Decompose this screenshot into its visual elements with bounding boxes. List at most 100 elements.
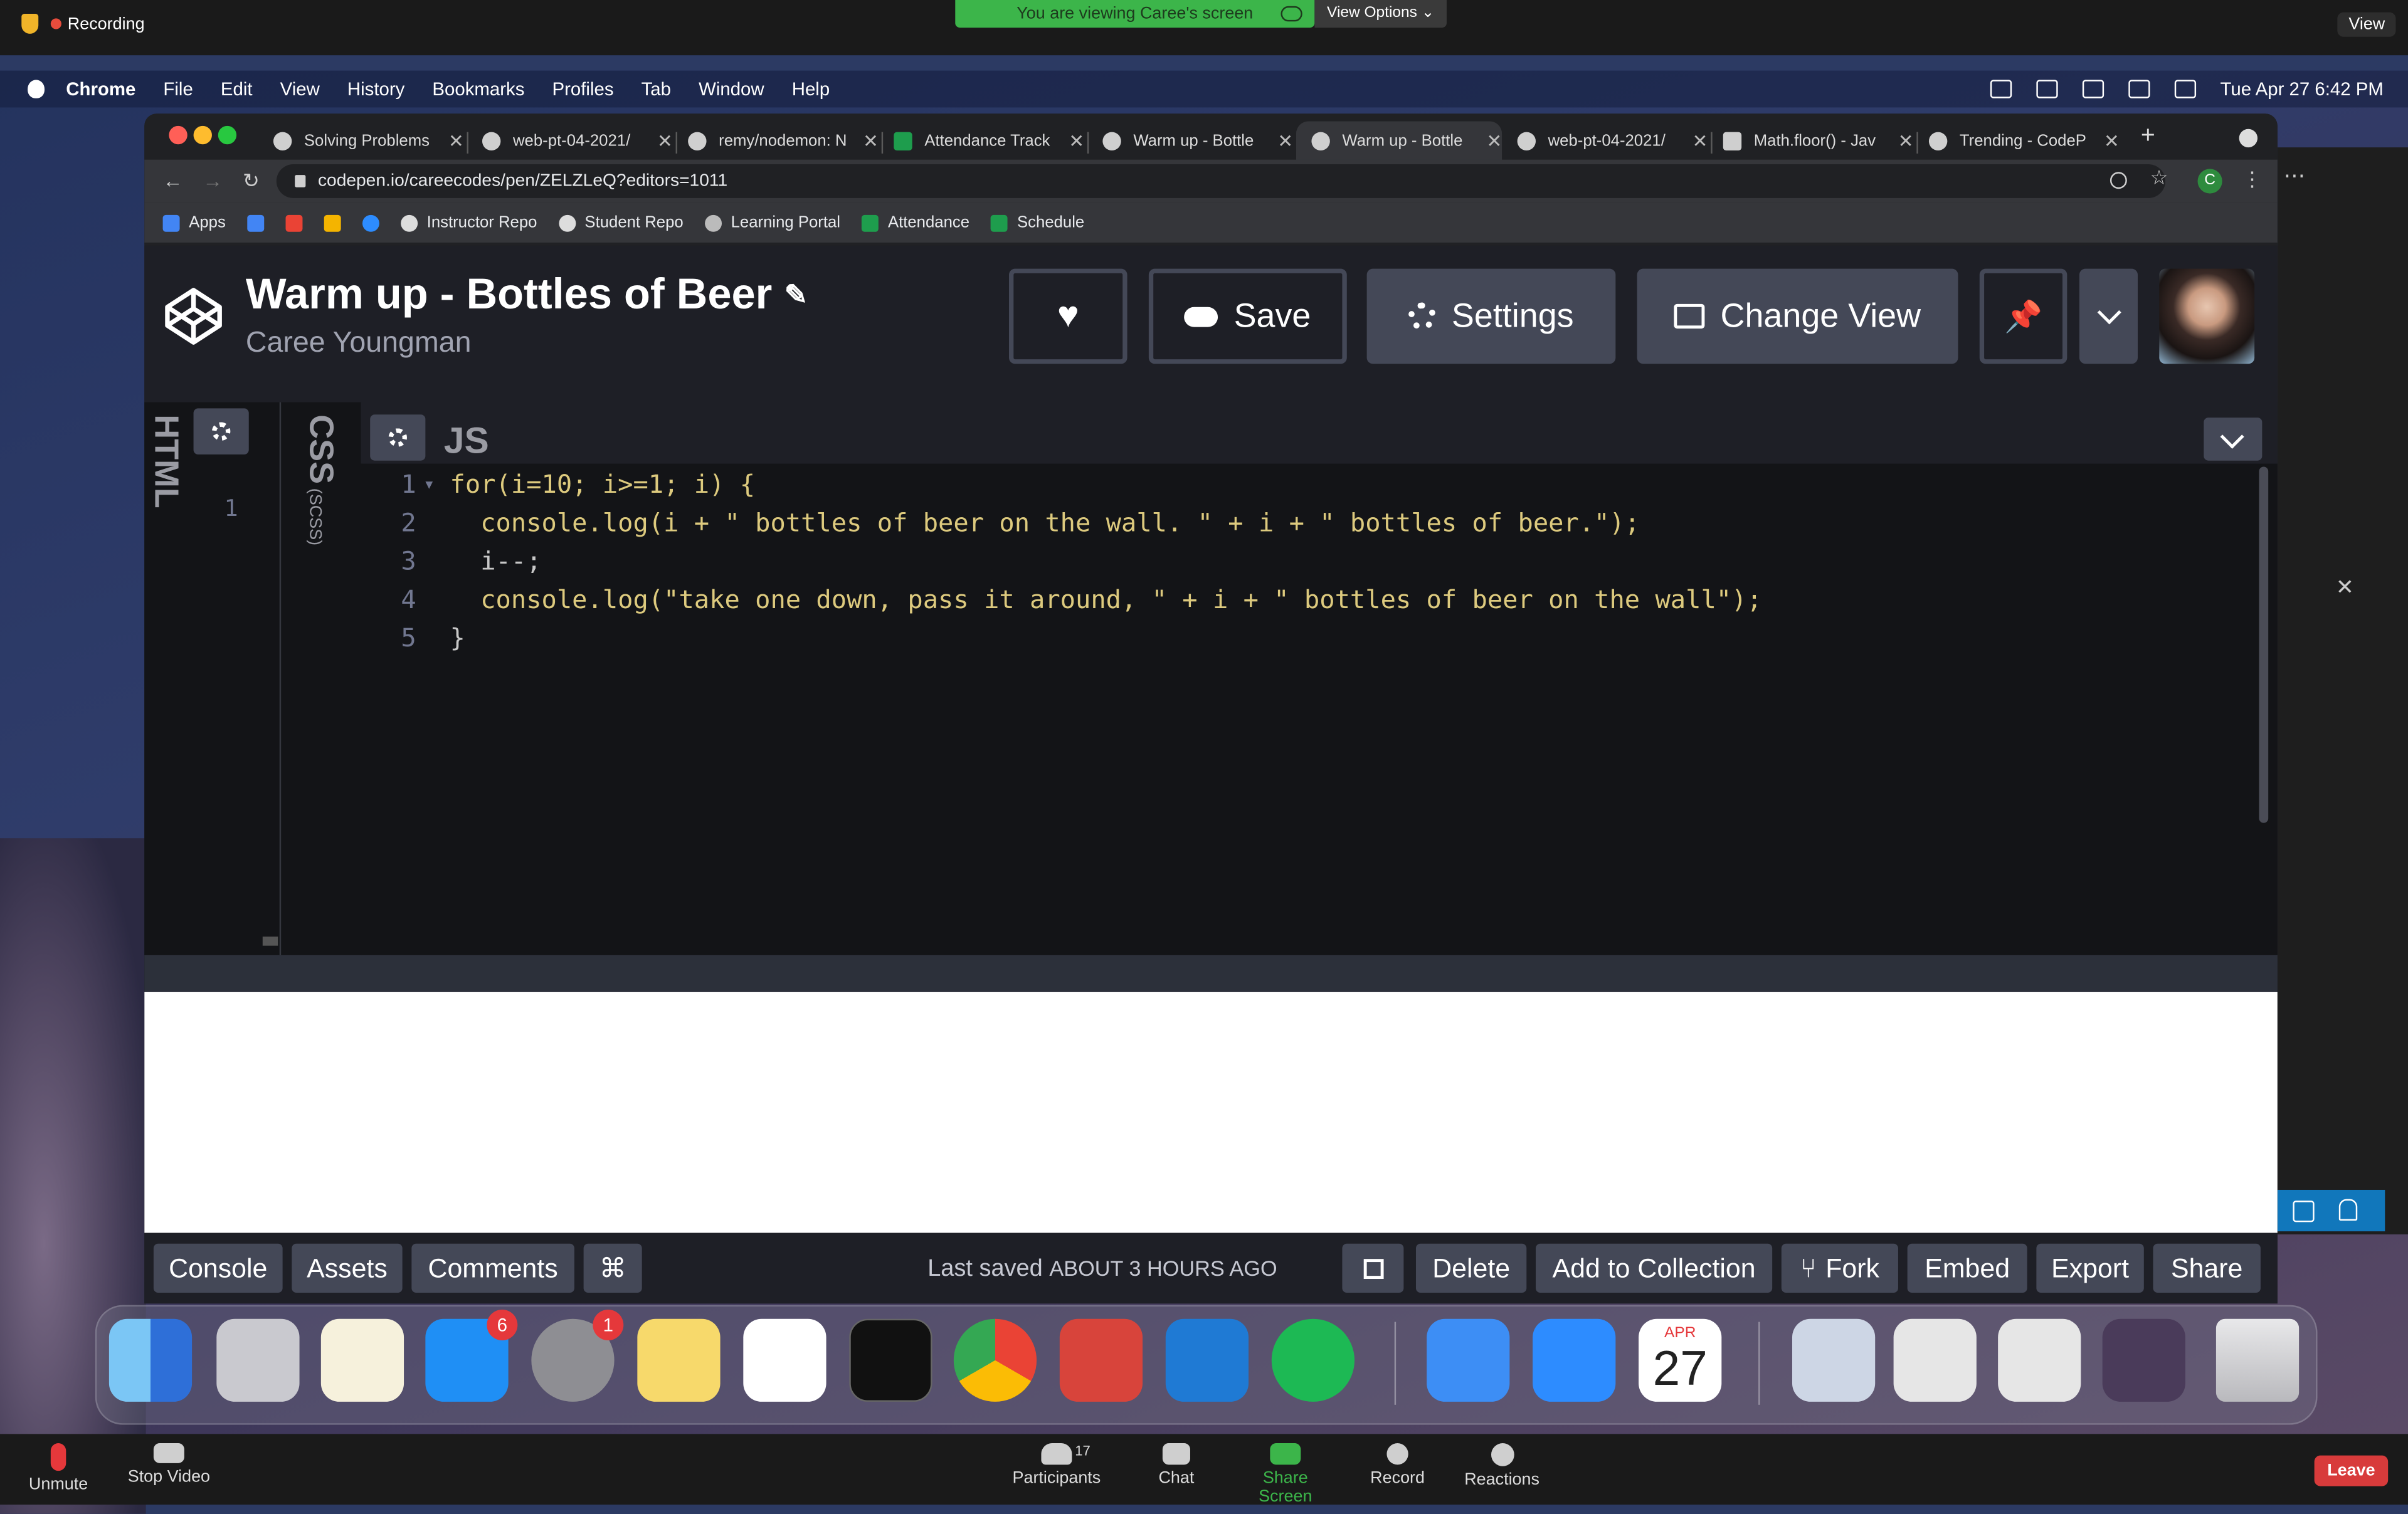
bluetooth-icon[interactable] — [1990, 80, 2012, 98]
launchpad-icon[interactable] — [216, 1318, 300, 1402]
menu-file[interactable]: File — [163, 78, 193, 100]
tab-trending-codepen[interactable]: Trending - CodeP ✕ — [1913, 121, 2120, 161]
bookmark-apps[interactable]: Apps — [162, 213, 226, 232]
tab-solving-problems[interactable]: Solving Problems ✕ — [258, 121, 464, 161]
back-icon[interactable]: ← — [163, 169, 183, 192]
assets-button[interactable]: Assets — [292, 1243, 403, 1293]
share-button[interactable]: Share — [2153, 1243, 2261, 1293]
minimize-window-button[interactable] — [193, 125, 212, 145]
system-preferences-icon[interactable]: 1 — [531, 1309, 624, 1402]
chrome-icon[interactable] — [953, 1318, 1037, 1402]
editor-scrollbar[interactable] — [2259, 466, 2269, 823]
bookmark-star-icon[interactable]: ☆ — [2150, 166, 2168, 190]
bookmark-schedule[interactable]: Schedule — [991, 213, 1084, 232]
share-screen-button[interactable]: Share Screen — [1235, 1443, 1336, 1506]
preview-resizer[interactable] — [144, 955, 2278, 992]
bookmark-instructor-repo[interactable]: Instructor Repo — [401, 213, 537, 232]
html-editor-label[interactable]: HTML — [146, 414, 186, 508]
user-avatar[interactable] — [2159, 268, 2255, 364]
tab-search-icon[interactable] — [2239, 129, 2258, 148]
reload-icon[interactable]: ↻ — [243, 169, 260, 193]
leave-button[interactable]: Leave — [2314, 1455, 2389, 1486]
bell-icon[interactable] — [2338, 1199, 2358, 1221]
js-settings-button[interactable] — [370, 414, 426, 461]
add-to-collection-button[interactable]: Add to Collection — [1536, 1243, 1773, 1293]
bookmark-gmail[interactable] — [285, 214, 303, 231]
export-button[interactable]: Export — [2036, 1243, 2144, 1293]
close-tab-icon[interactable]: ✕ — [1486, 130, 1502, 152]
bookmark-attendance[interactable]: Attendance — [862, 213, 969, 232]
stickies-icon[interactable] — [637, 1318, 721, 1402]
view-options-button[interactable]: View Options ⌄ — [1314, 0, 1447, 28]
open-external-button[interactable] — [1342, 1243, 1404, 1293]
tab-warmup-1[interactable]: Warm up - Bottle ✕ — [1087, 121, 1293, 161]
wifi-icon[interactable] — [2082, 80, 2104, 98]
reactions-button[interactable]: Reactions — [1462, 1443, 1541, 1490]
more-icon[interactable]: ⋯ — [2284, 163, 2305, 189]
record-button[interactable]: Record — [1367, 1443, 1428, 1488]
zoom-icon[interactable] — [2110, 172, 2127, 189]
menu-history[interactable]: History — [347, 78, 404, 100]
pin-button[interactable]: 📌 — [1979, 268, 2067, 364]
menu-tab[interactable]: Tab — [642, 78, 671, 100]
comments-button[interactable]: Comments — [411, 1243, 574, 1293]
apple-icon[interactable] — [28, 80, 45, 98]
pen-author[interactable]: Caree Youngman — [246, 327, 472, 361]
menu-window[interactable]: Window — [699, 78, 764, 100]
keyboard-shortcuts-button[interactable]: ⌘ — [583, 1243, 642, 1293]
pencil-icon[interactable]: ✎ — [784, 278, 808, 310]
love-button[interactable]: ♥ — [1008, 268, 1127, 364]
close-tab-icon[interactable]: ✕ — [657, 130, 673, 152]
menu-profiles[interactable]: Profiles — [552, 78, 614, 100]
close-tab-icon[interactable]: ✕ — [863, 130, 879, 152]
forward-icon[interactable]: → — [203, 169, 223, 192]
stop-video-button[interactable]: Stop Video — [123, 1443, 215, 1486]
maximize-window-button[interactable] — [218, 125, 237, 145]
css-editor-label[interactable]: CSS — [301, 414, 341, 484]
chat-button[interactable]: Chat — [1149, 1443, 1204, 1488]
close-tab-icon[interactable]: ✕ — [448, 130, 464, 152]
photo-booth-icon[interactable] — [1059, 1318, 1143, 1402]
tab-math-floor[interactable]: Math.floor() - Jav ✕ — [1708, 121, 1913, 161]
close-window-button[interactable] — [169, 125, 187, 145]
notes-icon[interactable] — [320, 1318, 404, 1402]
view-button[interactable]: View — [2338, 12, 2396, 37]
recent-document-3[interactable] — [1998, 1318, 2081, 1402]
html-editor-pane[interactable]: HTML 1 — [144, 402, 280, 955]
address-bar[interactable]: codepen.io/careecodes/pen/ZELZLeQ?editor… — [276, 164, 2166, 198]
tab-web-pt-2[interactable]: web-pt-04-2021/ ✕ — [1502, 121, 1708, 161]
remote-icon[interactable] — [2293, 1201, 2315, 1222]
participants-button[interactable]: Participants 17 — [1010, 1443, 1102, 1488]
collapse-editor-button[interactable] — [2204, 418, 2263, 461]
codepen-logo-icon[interactable] — [163, 286, 224, 347]
control-center-icon[interactable] — [2174, 80, 2196, 98]
close-tab-icon[interactable]: ✕ — [1692, 130, 1708, 152]
menu-chrome[interactable]: Chrome — [66, 78, 135, 100]
result-preview[interactable] — [144, 992, 2278, 1233]
tab-nodemon[interactable]: remy/nodemon: N ✕ — [673, 121, 879, 161]
close-icon[interactable]: ✕ — [2336, 574, 2354, 601]
css-editor-pane[interactable]: CSS (SCSS) — [279, 402, 362, 955]
bookmark-calendar[interactable] — [247, 214, 265, 231]
unmute-button[interactable]: Unmute — [28, 1443, 89, 1494]
bookmark-student-repo[interactable]: Student Repo — [558, 213, 684, 232]
html-settings-button[interactable] — [193, 408, 249, 455]
volume-icon[interactable] — [2036, 80, 2057, 98]
menu-bookmarks[interactable]: Bookmarks — [432, 78, 524, 100]
close-tab-icon[interactable]: ✕ — [2104, 130, 2120, 152]
settings-button[interactable]: Settings — [1366, 268, 1616, 364]
menu-help[interactable]: Help — [792, 78, 830, 100]
menu-edit[interactable]: Edit — [221, 78, 253, 100]
js-code-editor[interactable]: 1 ▼ for(i=10; i>=1; i) { 2 console.log(i +… — [361, 463, 2278, 955]
calendar-icon[interactable]: APR 27 — [1639, 1318, 1722, 1402]
tab-web-pt-1[interactable]: web-pt-04-2021/ ✕ — [467, 121, 673, 161]
menubar-clock[interactable]: Tue Apr 27 6:42 PM — [2221, 78, 2384, 100]
bookmark-slides[interactable] — [324, 214, 341, 231]
save-button[interactable]: Save — [1148, 268, 1347, 364]
bookmark-learning-portal[interactable]: Learning Portal — [704, 213, 840, 232]
spotify-icon[interactable] — [1271, 1318, 1355, 1402]
recent-document-1[interactable] — [1792, 1318, 1876, 1402]
spotlight-search-icon[interactable] — [2128, 80, 2150, 98]
close-tab-icon[interactable]: ✕ — [1277, 130, 1293, 152]
embed-button[interactable]: Embed — [1907, 1243, 2027, 1293]
